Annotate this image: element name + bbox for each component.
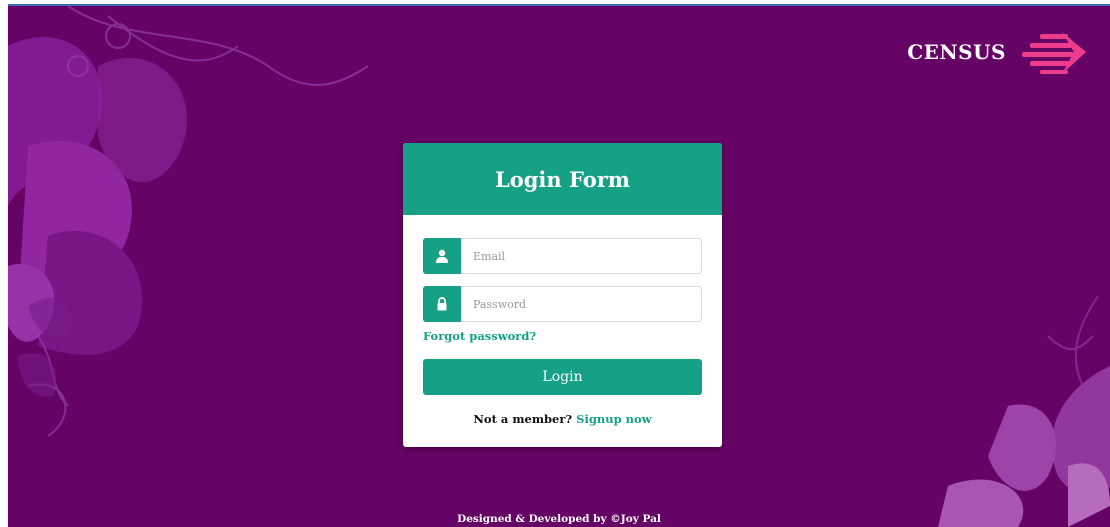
lock-icon <box>423 286 461 322</box>
login-button[interactable]: Login <box>423 359 702 395</box>
page: CENSUS Login Form Email Forgot password?… <box>0 0 1110 527</box>
signup-link[interactable]: Signup now <box>576 412 651 426</box>
login-form-title: Login Form <box>494 166 631 192</box>
signup-row: Not a member? Signup now <box>403 412 722 426</box>
email-field <box>423 238 702 274</box>
brand-name: CENSUS <box>907 40 1006 64</box>
page-margin <box>0 0 8 527</box>
login-card: Login Form Forgot password? Login <box>403 143 722 447</box>
brand[interactable]: CENSUS <box>907 28 1090 76</box>
forgot-password-link[interactable]: Forgot password? <box>423 329 536 343</box>
password-field <box>423 286 702 322</box>
password-input[interactable] <box>461 286 702 322</box>
user-icon <box>423 238 461 274</box>
fast-forward-lines-icon <box>1022 32 1086 74</box>
footer-credit: Designed & Developed by ©Joy Pal <box>457 513 661 525</box>
signup-prompt: Not a member? <box>473 412 577 426</box>
email-input[interactable] <box>461 238 702 274</box>
login-card-header: Login Form <box>403 143 722 215</box>
